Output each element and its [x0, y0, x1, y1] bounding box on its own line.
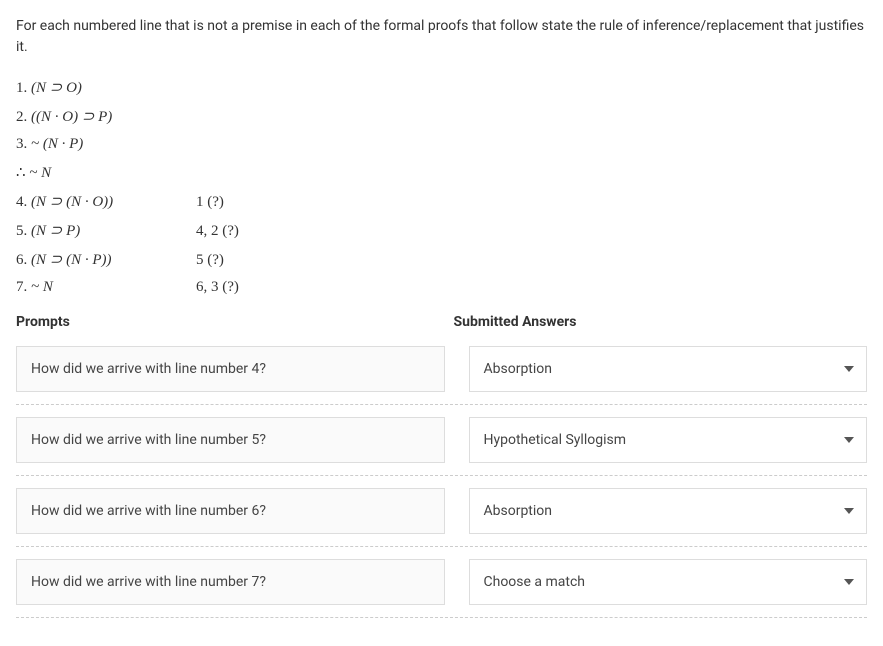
proof-line: 1. (N ⊃ O): [16, 78, 867, 97]
columns-header: Prompts Submitted Answers: [16, 314, 867, 336]
proof-line: 6. (N ⊃ (N · P)) 5 (?): [16, 250, 867, 269]
line-formula: (N ⊃ (N · P)): [31, 252, 111, 268]
proof-line: ∴ ~ N: [16, 163, 867, 182]
select-box[interactable]: Absorption: [469, 346, 868, 392]
qa-row: How did we arrive with line number 6? Ab…: [16, 488, 867, 547]
answers-header: Submitted Answers: [454, 314, 868, 330]
line-formula: ~ N: [29, 165, 51, 181]
line-num: ∴: [16, 165, 26, 181]
chevron-down-icon: [844, 366, 854, 372]
proof-line: 4. (N ⊃ (N · O)) 1 (?): [16, 192, 867, 211]
chevron-down-icon: [844, 579, 854, 585]
line-formula: ~ (N · P): [31, 136, 83, 152]
prompt-box: How did we arrive with line number 6?: [16, 488, 445, 534]
answer-select[interactable]: Absorption: [469, 346, 868, 392]
select-value: Absorption: [484, 361, 553, 377]
line-justification: 4, 2 (?): [196, 223, 239, 240]
prompts-header: Prompts: [16, 314, 430, 330]
prompt-box: How did we arrive with line number 7?: [16, 559, 445, 605]
select-value: Hypothetical Syllogism: [484, 432, 626, 448]
proof-block: 1. (N ⊃ O) 2. ((N · O) ⊃ P) 3. ~ (N · P)…: [16, 78, 867, 296]
prompt-box: How did we arrive with line number 5?: [16, 417, 445, 463]
line-num: 4.: [16, 194, 27, 210]
line-num: 1.: [16, 80, 27, 96]
qa-row: How did we arrive with line number 4? Ab…: [16, 346, 867, 405]
line-num: 5.: [16, 223, 27, 239]
select-value: Choose a match: [484, 574, 586, 590]
proof-line: 5. (N ⊃ P) 4, 2 (?): [16, 221, 867, 240]
prompt-box: How did we arrive with line number 4?: [16, 346, 445, 392]
line-formula: ((N · O) ⊃ P): [31, 109, 112, 125]
proof-line: 7. ~ N 6, 3 (?): [16, 279, 867, 296]
chevron-down-icon: [844, 508, 854, 514]
answer-select[interactable]: Absorption: [469, 488, 868, 534]
answer-select[interactable]: Choose a match: [469, 559, 868, 605]
proof-line: 2. ((N · O) ⊃ P): [16, 107, 867, 126]
line-formula: (N ⊃ (N · O)): [31, 194, 113, 210]
answer-select[interactable]: Hypothetical Syllogism: [469, 417, 868, 463]
line-formula: ~ N: [31, 279, 53, 295]
line-formula: (N ⊃ O): [31, 80, 82, 96]
line-num: 7.: [16, 279, 27, 295]
select-box[interactable]: Hypothetical Syllogism: [469, 417, 868, 463]
select-value: Absorption: [484, 503, 553, 519]
select-box[interactable]: Absorption: [469, 488, 868, 534]
proof-line: 3. ~ (N · P): [16, 136, 867, 153]
question-text: For each numbered line that is not a pre…: [16, 16, 867, 58]
chevron-down-icon: [844, 437, 854, 443]
line-justification: 1 (?): [196, 194, 224, 211]
qa-row: How did we arrive with line number 5? Hy…: [16, 417, 867, 476]
line-num: 3.: [16, 136, 27, 152]
line-formula: (N ⊃ P): [31, 223, 80, 239]
line-num: 6.: [16, 252, 27, 268]
select-box[interactable]: Choose a match: [469, 559, 868, 605]
line-justification: 6, 3 (?): [196, 279, 239, 296]
line-num: 2.: [16, 109, 27, 125]
qa-row: How did we arrive with line number 7? Ch…: [16, 559, 867, 618]
line-justification: 5 (?): [196, 252, 224, 269]
